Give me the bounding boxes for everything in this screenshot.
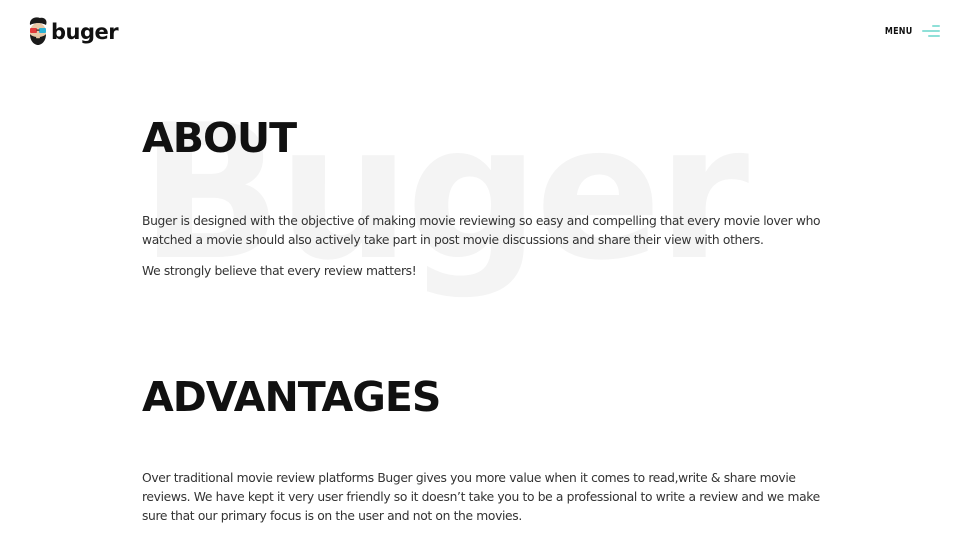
menu-label: MENU	[884, 25, 912, 37]
menu-button[interactable]: MENU	[878, 20, 940, 42]
about-paragraph: We strongly believe that every review ma…	[142, 264, 417, 278]
advantages-title: ADVANTAGES	[142, 373, 441, 421]
logo-link[interactable]: buger	[27, 14, 119, 48]
advantages-paragraph: Over traditional movie review platforms …	[142, 471, 820, 523]
about-title: ABOUT	[142, 114, 297, 162]
about-paragraph: Buger is designed with the objective of …	[142, 214, 821, 247]
hamburger-menu-icon	[922, 23, 940, 39]
logo-text: buger	[51, 19, 119, 44]
logo-icon	[27, 16, 49, 46]
hipster-face-icon	[29, 17, 47, 45]
